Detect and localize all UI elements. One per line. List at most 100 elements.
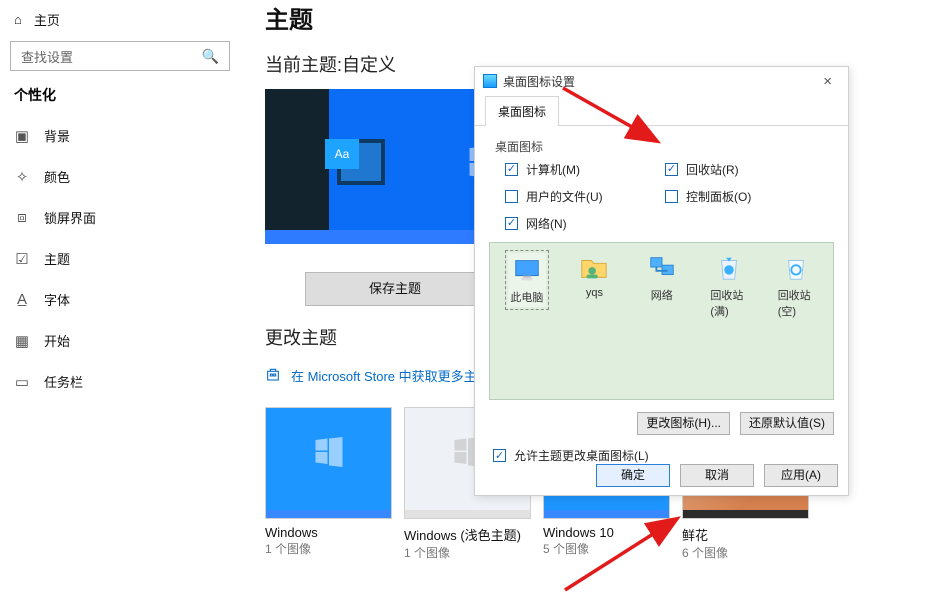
checkbox-label: 计算机(M) <box>526 161 580 178</box>
search-placeholder: 查找设置 <box>21 47 73 66</box>
icon-label: 回收站(满) <box>710 287 747 319</box>
sidebar-item-label: 背景 <box>44 126 70 145</box>
preview-dark <box>265 89 329 244</box>
page-title: 主题 <box>265 0 905 47</box>
tab-desktop-icons[interactable]: 桌面图标 <box>485 96 559 126</box>
icon-recycle-full[interactable]: 回收站(满) <box>710 253 747 319</box>
palette-icon: ✧ <box>14 168 30 186</box>
thumb-taskbar <box>405 510 530 518</box>
checkbox-computer[interactable]: ✓ 计算机(M) <box>505 161 665 178</box>
sidebar-item-taskbar[interactable]: ▭ 任务栏 <box>0 361 240 402</box>
theme-name: Windows (浅色主题) <box>404 519 531 544</box>
theme-thumb <box>265 407 392 519</box>
dialog-titlebar: 桌面图标设置 × <box>475 67 848 95</box>
checkbox-recycle-bin[interactable]: ✓ 回收站(R) <box>665 161 825 178</box>
dialog-bottom-buttons: 确定 取消 应用(A) <box>596 464 838 487</box>
pc-icon <box>512 255 542 285</box>
taskbar-icon: ▭ <box>14 373 30 391</box>
theme-sub: 5 个图像 <box>543 540 670 557</box>
checkbox-icon: ✓ <box>665 163 678 176</box>
home-button[interactable]: ⌂ 主页 <box>0 6 240 37</box>
network-icon <box>647 253 677 283</box>
sidebar-item-background[interactable]: ▣ 背景 <box>0 115 240 156</box>
checkbox-user-files[interactable]: ✓ 用户的文件(U) <box>505 188 665 205</box>
theme-icon: ☑ <box>14 250 30 268</box>
home-label: 主页 <box>34 10 60 29</box>
theme-card[interactable]: Windows 1 个图像 <box>265 407 392 561</box>
checkbox-control-panel[interactable]: ✓ 控制面板(O) <box>665 188 825 205</box>
icon-preview-panel: 此电脑 yqs 网络 回收站(满) <box>489 242 834 400</box>
thumb-taskbar <box>544 510 669 518</box>
desktop-icon-settings-dialog: 桌面图标设置 × 桌面图标 桌面图标 ✓ 计算机(M) ✓ 回收站(R) ✓ 用… <box>474 66 849 496</box>
checkbox-icon: ✓ <box>505 217 518 230</box>
apply-button[interactable]: 应用(A) <box>764 464 838 487</box>
sidebar-item-label: 颜色 <box>44 167 70 186</box>
checkbox-icon: ✓ <box>665 190 678 203</box>
checkbox-icon: ✓ <box>493 449 506 462</box>
thumb-taskbar <box>266 510 391 518</box>
sidebar-item-lockscreen[interactable]: ⧈ 锁屏界面 <box>0 197 240 238</box>
sidebar-item-label: 开始 <box>44 331 70 350</box>
icon-this-pc[interactable]: 此电脑 <box>508 253 546 307</box>
store-link-label: 在 Microsoft Store 中获取更多主题 <box>291 366 490 385</box>
theme-sub: 1 个图像 <box>404 544 531 561</box>
recycle-empty-icon <box>781 253 811 283</box>
checkbox-grid: ✓ 计算机(M) ✓ 回收站(R) ✓ 用户的文件(U) ✓ 控制面板(O) ✓… <box>475 161 848 240</box>
theme-sub: 6 个图像 <box>682 544 809 561</box>
change-icon-button[interactable]: 更改图标(H)... <box>637 412 730 435</box>
icon-label: 此电脑 <box>510 289 543 305</box>
search-wrap: 查找设置 🔍 <box>0 37 240 85</box>
dialog-tabs: 桌面图标 <box>475 95 848 126</box>
thumb-taskbar <box>683 510 808 518</box>
search-input[interactable]: 查找设置 🔍 <box>10 41 230 71</box>
restore-defaults-button[interactable]: 还原默认值(S) <box>740 412 834 435</box>
icon-network[interactable]: 网络 <box>643 253 680 303</box>
allow-themes-label: 允许主题更改桌面图标(L) <box>514 447 649 464</box>
checkbox-icon: ✓ <box>505 163 518 176</box>
close-button[interactable]: × <box>813 71 842 92</box>
dialog-mid-buttons: 更改图标(H)... 还原默认值(S) <box>475 408 848 443</box>
preview-aa: Aa <box>325 139 359 169</box>
sidebar-item-start[interactable]: ▦ 开始 <box>0 320 240 361</box>
dialog-title-icon <box>483 74 497 88</box>
windows-logo-icon <box>311 433 347 472</box>
checkbox-network[interactable]: ✓ 网络(N) <box>505 215 665 232</box>
sidebar-item-fonts[interactable]: A̲ 字体 <box>0 279 240 320</box>
icon-recycle-empty[interactable]: 回收站(空) <box>778 253 815 319</box>
icon-label: 回收站(空) <box>778 287 815 319</box>
sidebar-item-label: 锁屏界面 <box>44 208 96 227</box>
sidebar-item-colors[interactable]: ✧ 颜色 <box>0 156 240 197</box>
group-label: 桌面图标 <box>475 126 848 161</box>
theme-name: Windows 10 <box>543 519 670 540</box>
save-theme-button[interactable]: 保存主题 <box>305 272 485 306</box>
lock-icon: ⧈ <box>14 209 30 226</box>
sidebar-item-themes[interactable]: ☑ 主题 <box>0 238 240 279</box>
ok-button[interactable]: 确定 <box>596 464 670 487</box>
sidebar-item-label: 主题 <box>44 249 70 268</box>
checkbox-icon: ✓ <box>505 190 518 203</box>
checkbox-label: 网络(N) <box>526 215 567 232</box>
user-folder-icon <box>579 253 609 283</box>
theme-sub: 1 个图像 <box>265 540 392 557</box>
theme-name: 鲜花 <box>682 519 809 544</box>
search-icon: 🔍 <box>202 48 219 65</box>
store-icon <box>265 366 281 385</box>
sidebar-item-label: 字体 <box>44 290 70 309</box>
cancel-button[interactable]: 取消 <box>680 464 754 487</box>
section-title: 个性化 <box>0 85 240 115</box>
checkbox-label: 用户的文件(U) <box>526 188 603 205</box>
home-icon: ⌂ <box>14 12 22 27</box>
start-icon: ▦ <box>14 332 30 350</box>
recycle-full-icon <box>714 253 744 283</box>
settings-sidebar: ⌂ 主页 查找设置 🔍 个性化 ▣ 背景 ✧ 颜色 ⧈ 锁屏界面 ☑ 主题 A̲… <box>0 0 240 614</box>
checkbox-label: 控制面板(O) <box>686 188 751 205</box>
checkbox-label: 回收站(R) <box>686 161 739 178</box>
dialog-title-text: 桌面图标设置 <box>503 73 575 90</box>
sidebar-item-label: 任务栏 <box>44 372 83 391</box>
icon-user-folder[interactable]: yqs <box>576 253 613 299</box>
icon-label: 网络 <box>651 287 673 303</box>
font-icon: A̲ <box>14 291 30 308</box>
theme-name: Windows <box>265 519 392 540</box>
icon-label: yqs <box>586 287 603 299</box>
image-icon: ▣ <box>14 127 30 145</box>
